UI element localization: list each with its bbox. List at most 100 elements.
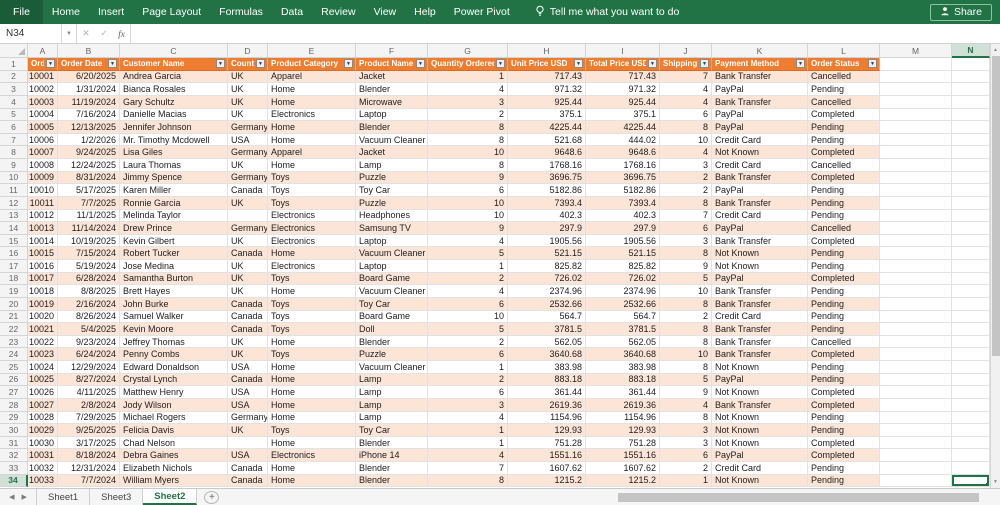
cell[interactable]: 7/29/2025 <box>58 411 120 425</box>
cell[interactable]: 8 <box>660 411 712 425</box>
cell[interactable]: 2619.36 <box>508 398 586 412</box>
cell[interactable]: Gary Schultz <box>120 95 228 109</box>
cell[interactable]: 10026 <box>28 386 58 399</box>
cell[interactable] <box>952 108 990 122</box>
cell[interactable]: 10010 <box>28 184 58 197</box>
cell[interactable]: Home <box>268 411 356 425</box>
column-header-E[interactable]: E <box>268 44 356 58</box>
cell[interactable]: 4 <box>428 234 508 248</box>
table-header-cell[interactable]: Customer Name ▼ <box>120 58 228 71</box>
cell[interactable]: 4 <box>428 411 508 425</box>
cell[interactable]: 2 <box>660 171 712 185</box>
cell[interactable]: 4 <box>660 146 712 159</box>
row-header-19[interactable]: 19 <box>0 285 28 298</box>
cell[interactable]: 1 <box>428 260 508 273</box>
cell[interactable]: Jeffrey Thomas <box>120 335 228 349</box>
cell[interactable]: Pending <box>808 209 880 223</box>
cell[interactable]: Ronnie Garcia <box>120 196 228 210</box>
cell[interactable]: 564.7 <box>508 310 586 324</box>
cell[interactable] <box>880 95 952 109</box>
cell[interactable]: 2 <box>660 462 712 475</box>
cell[interactable]: 4 <box>428 285 508 298</box>
cell[interactable]: PayPal <box>712 108 808 122</box>
row-header-31[interactable]: 31 <box>0 436 28 450</box>
table-header-cell[interactable]: Order ID▼ <box>28 58 58 71</box>
cell[interactable]: USA <box>228 133 268 147</box>
table-header-cell[interactable]: Quantity Ordered ▼ <box>428 58 508 71</box>
cell[interactable] <box>880 386 952 399</box>
row-header-18[interactable]: 18 <box>0 272 28 286</box>
cell[interactable]: Puzzle <box>356 348 428 361</box>
filter-dropdown-icon[interactable]: ▼ <box>496 59 505 69</box>
filter-dropdown-icon[interactable]: ▼ <box>46 59 55 69</box>
cell[interactable]: 8/18/2024 <box>58 449 120 462</box>
cell[interactable]: Pending <box>808 474 880 488</box>
cell[interactable]: 402.3 <box>508 209 586 223</box>
cell[interactable]: Pending <box>808 184 880 197</box>
cell[interactable]: 10003 <box>28 95 58 109</box>
cell[interactable]: Board Game <box>356 272 428 286</box>
cell[interactable] <box>880 449 952 462</box>
cell[interactable]: PayPal <box>712 373 808 387</box>
cell[interactable] <box>880 285 952 298</box>
cell[interactable]: Home <box>268 361 356 374</box>
cell[interactable]: Debra Gaines <box>120 449 228 462</box>
cell[interactable]: Vacuum Cleaner <box>356 361 428 374</box>
cell[interactable]: 10 <box>428 209 508 223</box>
cell[interactable]: 7393.4 <box>586 196 660 210</box>
row-header-32[interactable]: 32 <box>0 449 28 462</box>
horizontal-scrollbar[interactable] <box>612 489 1000 505</box>
ribbon-tab-formulas[interactable]: Formulas <box>210 0 272 24</box>
cell[interactable]: UK <box>228 83 268 96</box>
cell[interactable]: 825.82 <box>508 260 586 273</box>
cell[interactable]: 3 <box>660 424 712 437</box>
cell[interactable]: Apparel <box>268 146 356 159</box>
cell[interactable]: Microwave <box>356 95 428 109</box>
cell[interactable]: Completed <box>808 108 880 122</box>
scroll-down-icon[interactable]: ▼ <box>993 476 998 488</box>
cell[interactable]: 2374.96 <box>586 285 660 298</box>
cell[interactable]: UK <box>228 95 268 109</box>
cell[interactable]: 751.28 <box>508 436 586 450</box>
sheet-tab-sheet1[interactable]: Sheet1 <box>36 489 91 505</box>
cell[interactable]: 12/24/2025 <box>58 159 120 172</box>
ribbon-tab-help[interactable]: Help <box>405 0 445 24</box>
cell[interactable]: Electronics <box>268 108 356 122</box>
cell[interactable]: Apparel <box>268 70 356 84</box>
row-header-25[interactable]: 25 <box>0 361 28 374</box>
cell[interactable]: Brett Hayes <box>120 285 228 298</box>
cell[interactable]: Jose Medina <box>120 260 228 273</box>
row-header-5[interactable]: 5 <box>0 108 28 122</box>
cell[interactable] <box>952 159 990 172</box>
cell[interactable]: Germany <box>228 171 268 185</box>
cell[interactable]: 10014 <box>28 234 58 248</box>
table-header-cell[interactable]: Order Date ▼ <box>58 58 120 71</box>
cell[interactable]: 8 <box>660 121 712 134</box>
cell[interactable] <box>880 361 952 374</box>
cell[interactable]: Canada <box>228 184 268 197</box>
cell[interactable]: 10024 <box>28 361 58 374</box>
cell[interactable] <box>880 335 952 349</box>
cell[interactable]: Bank Transfer <box>712 234 808 248</box>
cell[interactable]: Pending <box>808 297 880 311</box>
cell[interactable]: 925.44 <box>508 95 586 109</box>
cell[interactable]: 8 <box>660 335 712 349</box>
cell[interactable]: 10023 <box>28 348 58 361</box>
row-header-6[interactable]: 6 <box>0 121 28 134</box>
cell[interactable]: Not Known <box>712 247 808 260</box>
ribbon-tab-power-pivot[interactable]: Power Pivot <box>445 0 519 24</box>
cell[interactable]: Board Game <box>356 310 428 324</box>
cell[interactable]: 361.44 <box>508 386 586 399</box>
tell-me-box[interactable]: Tell me what you want to do <box>535 5 679 20</box>
row-header-14[interactable]: 14 <box>0 222 28 235</box>
cell[interactable]: Completed <box>808 272 880 286</box>
cell[interactable]: 10005 <box>28 121 58 134</box>
cell[interactable]: Not Known <box>712 436 808 450</box>
row-header-34[interactable]: 34 <box>0 474 28 488</box>
cell[interactable]: Laptop <box>356 234 428 248</box>
cell[interactable]: 1551.16 <box>508 449 586 462</box>
cell[interactable]: Pending <box>808 196 880 210</box>
cell[interactable]: 5/4/2025 <box>58 323 120 336</box>
cell[interactable]: 5 <box>660 272 712 286</box>
cell[interactable]: Completed <box>808 348 880 361</box>
